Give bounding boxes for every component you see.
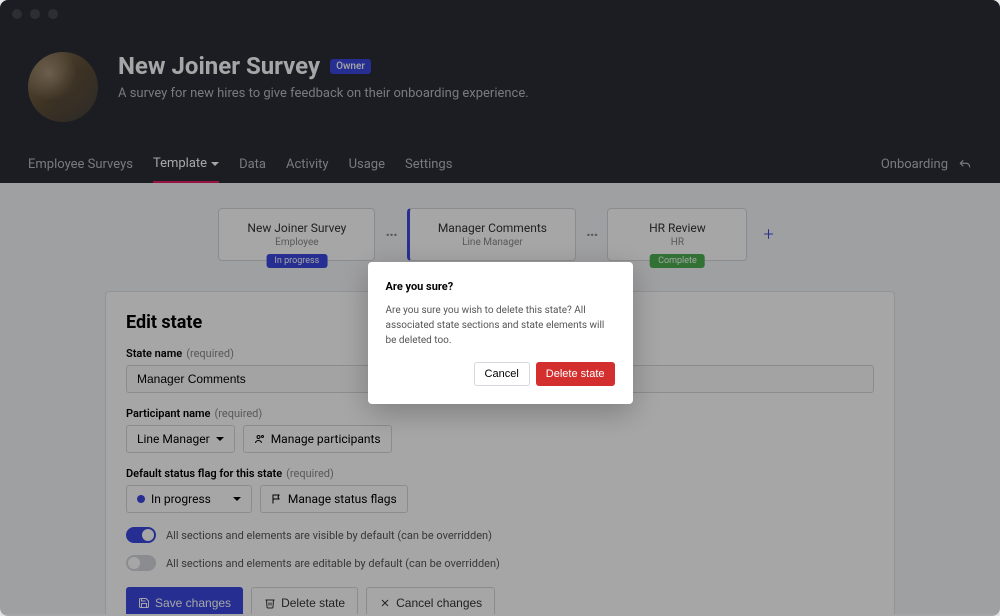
- modal-body: Are you sure you wish to delete this sta…: [386, 303, 615, 348]
- modal-overlay[interactable]: Are you sure? Are you sure you wish to d…: [0, 0, 1000, 616]
- modal-confirm-delete-button[interactable]: Delete state: [536, 362, 615, 386]
- confirm-delete-modal: Are you sure? Are you sure you wish to d…: [368, 262, 633, 404]
- app-window: New Joiner Survey Owner A survey for new…: [0, 0, 1000, 616]
- modal-cancel-button[interactable]: Cancel: [474, 362, 530, 386]
- modal-title: Are you sure?: [386, 280, 615, 293]
